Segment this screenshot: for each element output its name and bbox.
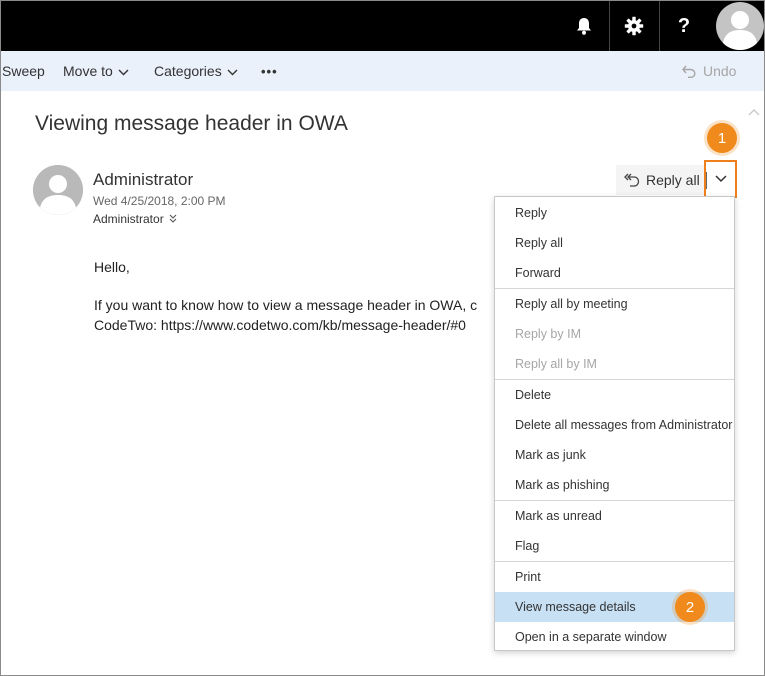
menu-item[interactable]: Forward — [495, 258, 734, 288]
menu-item-label: Print — [515, 570, 541, 584]
more-actions-button[interactable]: ••• — [261, 51, 278, 91]
menu-item-label: Reply — [515, 206, 547, 220]
undo-icon — [682, 65, 696, 78]
reply-all-label: Reply all — [646, 172, 700, 188]
menu-item-label: View message details — [515, 600, 636, 614]
menu-item-label: Mark as phishing — [515, 478, 610, 492]
top-header-bar: ? — [1, 1, 764, 51]
scroll-up-arrow-icon[interactable] — [748, 103, 760, 121]
reply-all-button[interactable]: Reply all — [616, 165, 706, 195]
body-paragraph-line-1: If you want to know how to view a messag… — [94, 297, 478, 313]
bell-icon[interactable] — [559, 1, 609, 51]
gear-icon[interactable] — [609, 1, 659, 51]
chevron-down-icon — [714, 175, 727, 183]
menu-item-label: Reply all by IM — [515, 357, 597, 371]
sweep-label: Sweep — [2, 63, 45, 79]
undo-button[interactable]: Undo — [682, 51, 736, 91]
sweep-button[interactable]: Sweep — [2, 51, 45, 91]
help-icon[interactable]: ? — [659, 1, 709, 51]
menu-item[interactable]: Delete — [495, 380, 734, 410]
menu-item[interactable]: Mark as unread — [495, 501, 734, 531]
sender-name[interactable]: Administrator — [93, 170, 193, 190]
reply-all-icon — [624, 173, 640, 188]
menu-item-label: Forward — [515, 266, 561, 280]
menu-item-label: Reply by IM — [515, 327, 581, 341]
step-callout-2: 2 — [675, 592, 705, 622]
menu-item-label: Mark as junk — [515, 448, 586, 462]
more-label: ••• — [261, 63, 278, 79]
reply-options-dropdown-button[interactable] — [704, 160, 737, 198]
expand-recipients-icon[interactable] — [169, 212, 177, 226]
menu-item-label: Flag — [515, 539, 540, 553]
step-callout-1: 1 — [707, 123, 737, 153]
menu-item-label: Reply all — [515, 236, 563, 250]
menu-item[interactable]: Mark as junk — [495, 440, 734, 470]
menu-item-label: Mark as unread — [515, 509, 602, 523]
menu-item[interactable]: Print — [495, 562, 734, 592]
recipient-line[interactable]: Administrator — [93, 212, 177, 226]
undo-label: Undo — [703, 63, 737, 79]
help-glyph: ? — [677, 14, 691, 37]
message-subject: Viewing message header in OWA — [35, 112, 348, 135]
menu-item[interactable]: Flag — [495, 531, 734, 561]
reply-options-menu: Reply Reply all Forward Reply all by meetin… — [494, 196, 735, 651]
menu-item[interactable]: Reply all — [495, 228, 734, 258]
categories-label: Categories — [154, 63, 222, 79]
menu-item[interactable]: Open in a separate window — [495, 622, 734, 652]
menu-item-label: Delete — [515, 388, 552, 402]
sender-avatar — [33, 165, 83, 215]
chevron-down-icon — [118, 63, 129, 79]
menu-item[interactable]: Mark as phishing — [495, 470, 734, 500]
menu-item: Reply all by IM — [495, 349, 734, 379]
menu-item[interactable]: Reply all by meeting — [495, 289, 734, 319]
menu-item: Reply by IM — [495, 319, 734, 349]
menu-item-label: Reply all by meeting — [515, 297, 628, 311]
menu-item[interactable]: Reply — [495, 198, 734, 228]
body-greeting: Hello, — [94, 259, 130, 275]
menu-item-label: Open in a separate window — [515, 630, 667, 644]
chevron-down-icon — [227, 63, 238, 79]
avatar — [715, 2, 764, 50]
menu-item[interactable]: Delete all messages from Administrator — [495, 410, 734, 440]
owa-window: ? Sweep Move to Categories ••• Undo View… — [0, 0, 765, 676]
move-to-label: Move to — [63, 63, 113, 79]
message-date: Wed 4/25/2018, 2:00 PM — [93, 194, 226, 208]
command-bar: Sweep Move to Categories ••• Undo — [1, 51, 764, 91]
menu-item-label: Delete all messages from Administrator — [515, 418, 733, 432]
move-to-button[interactable]: Move to — [63, 51, 129, 91]
recipient-name: Administrator — [93, 212, 164, 226]
person-icon — [33, 165, 83, 215]
user-avatar-button[interactable] — [713, 1, 764, 51]
body-paragraph-line-2: CodeTwo: https://www.codetwo.com/kb/mess… — [94, 317, 466, 333]
categories-button[interactable]: Categories — [154, 51, 238, 91]
